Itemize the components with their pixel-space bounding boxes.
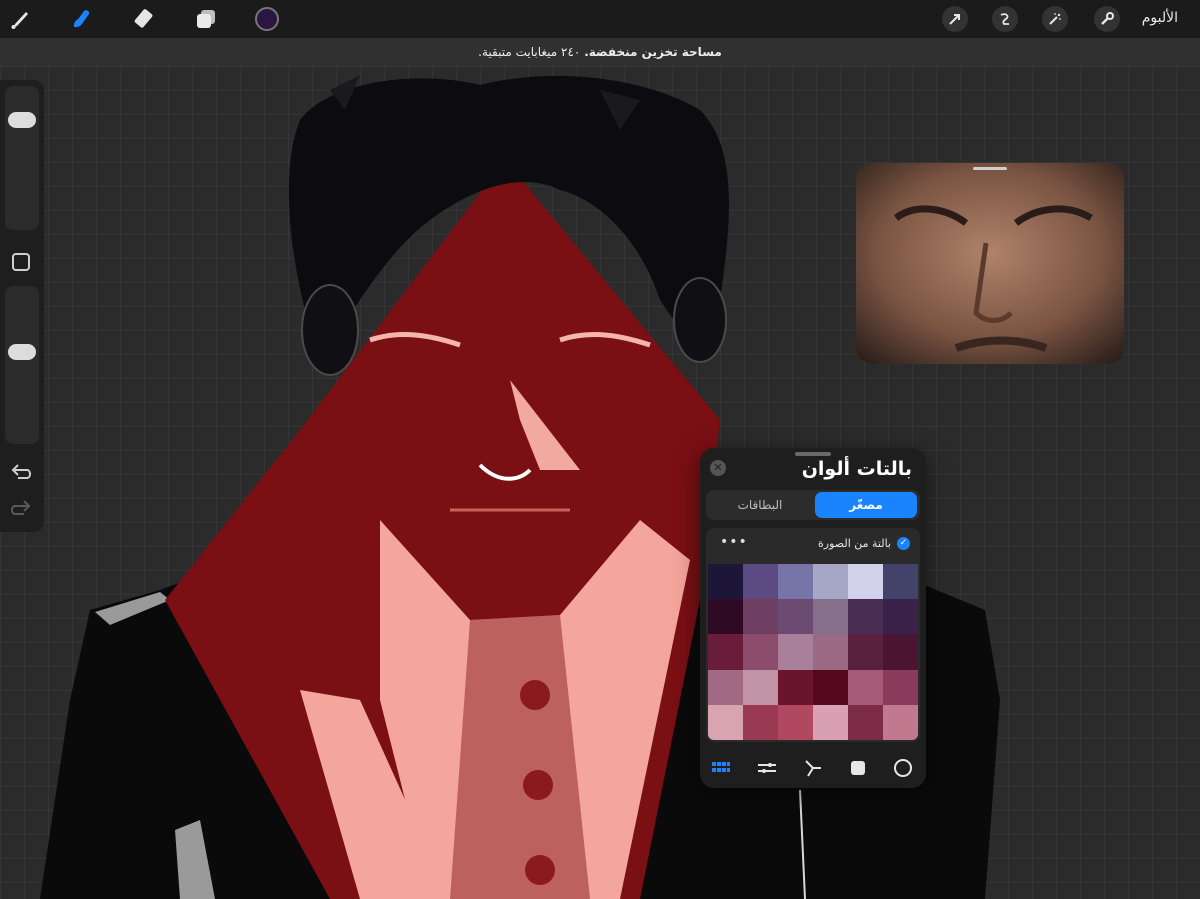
- reference-photo: [856, 163, 1124, 364]
- close-icon[interactable]: ✕: [710, 460, 726, 476]
- layers-icon[interactable]: [191, 4, 221, 34]
- panel-grab-handle[interactable]: [795, 452, 831, 456]
- palette-header: ✓ بالتة من الصورة: [818, 537, 910, 550]
- harmony-icon[interactable]: [803, 758, 823, 778]
- color-swatch[interactable]: [813, 599, 848, 635]
- storage-warning-title: مساحة تخزين منخفضة.: [584, 45, 722, 59]
- palettes-grid-icon[interactable]: [711, 758, 731, 778]
- color-swatch[interactable]: [708, 634, 743, 670]
- eraser-icon[interactable]: [130, 4, 160, 34]
- transform-arrow-icon[interactable]: [942, 6, 968, 32]
- color-swatch[interactable]: [778, 634, 813, 670]
- wrench-icon[interactable]: [1094, 6, 1120, 32]
- opacity-thumb[interactable]: [8, 343, 36, 360]
- tab-cards[interactable]: البطاقات: [709, 492, 811, 518]
- color-swatch[interactable]: [708, 599, 743, 635]
- color-swatch[interactable]: [813, 564, 848, 600]
- redo-icon[interactable]: [10, 498, 32, 522]
- storage-warning: مساحة تخزين منخفضة. ٢٤٠ ميغابايت متبقية.: [0, 38, 1200, 66]
- panel-title: بالتات ألوان: [801, 458, 912, 480]
- color-swatch[interactable]: [743, 669, 778, 705]
- color-swatch[interactable]: [778, 669, 813, 705]
- color-swatch[interactable]: [708, 564, 743, 600]
- color-swatch[interactable]: [813, 634, 848, 670]
- color-swatch[interactable]: [743, 599, 778, 635]
- color-swatch[interactable]: [883, 634, 918, 670]
- color-swatch[interactable]: [848, 599, 883, 635]
- smudge-icon[interactable]: [67, 4, 97, 34]
- sliders-icon[interactable]: [757, 758, 777, 778]
- disc-icon[interactable]: [893, 758, 913, 778]
- swatch-grid: [708, 564, 918, 740]
- palette-card: ✓ بالتة من الصورة •••: [706, 528, 920, 742]
- color-palettes-panel: ✕ بالتات ألوان مصغّر البطاقات ✓ بالتة من…: [700, 448, 926, 788]
- color-swatch[interactable]: [848, 669, 883, 705]
- color-swatch[interactable]: [883, 669, 918, 705]
- gallery-link[interactable]: الألبوم: [1142, 10, 1178, 26]
- brush-icon[interactable]: [6, 4, 36, 34]
- color-swatch[interactable]: [848, 564, 883, 600]
- color-swatch[interactable]: [848, 634, 883, 670]
- brush-size-slider[interactable]: [5, 86, 39, 230]
- color-swatch[interactable]: [708, 669, 743, 705]
- color-swatch[interactable]: [743, 564, 778, 600]
- color-swatch[interactable]: [708, 704, 743, 740]
- color-mode-bar: [700, 752, 926, 780]
- storage-warning-detail: ٢٤٠ ميغابايت متبقية.: [478, 45, 581, 59]
- palette-name[interactable]: بالتة من الصورة: [818, 537, 891, 550]
- default-check-icon[interactable]: ✓: [897, 537, 910, 550]
- color-swatch[interactable]: [883, 599, 918, 635]
- square-modify-icon[interactable]: [12, 253, 30, 271]
- color-swatch[interactable]: [743, 704, 778, 740]
- color-swatch[interactable]: [848, 704, 883, 740]
- color-swatch[interactable]: [778, 564, 813, 600]
- square-icon[interactable]: [848, 758, 868, 778]
- magic-wand-icon[interactable]: [1042, 6, 1068, 32]
- more-options-icon[interactable]: •••: [720, 534, 748, 550]
- top-toolbar: الألبوم: [0, 0, 1200, 38]
- color-swatch[interactable]: [883, 704, 918, 740]
- color-swatch[interactable]: [743, 634, 778, 670]
- view-segmented-control: مصغّر البطاقات: [706, 490, 920, 520]
- left-sidebar: [0, 80, 44, 532]
- reference-image-window[interactable]: [856, 163, 1124, 364]
- brush-size-thumb[interactable]: [8, 111, 36, 128]
- color-swatch[interactable]: [813, 704, 848, 740]
- color-swatch[interactable]: [883, 564, 918, 600]
- color-swatch[interactable]: [778, 704, 813, 740]
- opacity-slider[interactable]: [5, 286, 39, 444]
- undo-icon[interactable]: [10, 462, 32, 486]
- color-swatch-button[interactable]: [252, 4, 282, 34]
- reference-grab-handle[interactable]: [973, 167, 1007, 170]
- selection-icon[interactable]: [992, 6, 1018, 32]
- tab-compact[interactable]: مصغّر: [815, 492, 917, 518]
- color-swatch[interactable]: [813, 669, 848, 705]
- color-swatch[interactable]: [778, 599, 813, 635]
